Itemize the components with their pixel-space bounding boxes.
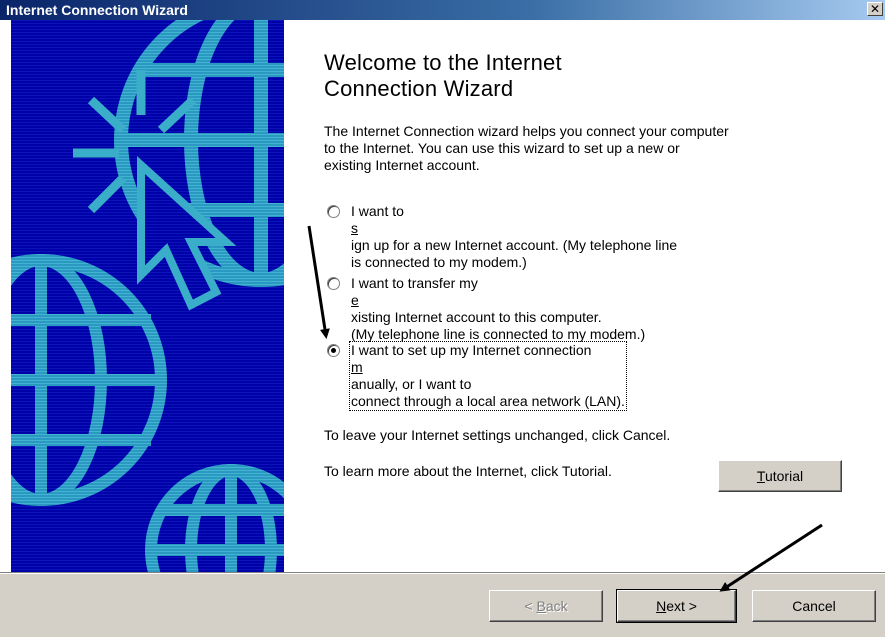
wizard-window: Internet Connection Wizard ✕ Welcome to … — [0, 0, 885, 637]
intro-text: The Internet Connection wizard helps you… — [324, 123, 844, 174]
mnemonic-letter: m — [351, 359, 363, 375]
label-text: utorial — [764, 468, 804, 484]
option-label-line-1: I want to transfer my e xisting Internet … — [351, 275, 645, 326]
option-transfer-radio[interactable]: I want to transfer my e xisting Internet … — [324, 275, 869, 342]
option-label[interactable]: I want to s ign up for a new Internet acc… — [351, 203, 677, 271]
mnemonic-letter: s — [351, 220, 358, 236]
label-text: xisting Internet account to this compute… — [351, 309, 602, 325]
option-label-line-1: I want to set up my Internet connection … — [351, 342, 625, 393]
close-icon: ✕ — [869, 2, 881, 16]
mnemonic-letter: T — [756, 468, 765, 484]
intro-line-2: to the Internet. You can use this wizard… — [324, 140, 680, 156]
label-text: ack — [545, 598, 568, 614]
cancel-hint: To leave your Internet settings unchange… — [324, 427, 671, 443]
globe-illustration — [11, 20, 284, 572]
label-text: ext > — [666, 598, 697, 614]
label-text: I want to transfer my — [351, 275, 478, 291]
label-text: ign up for a new Internet account. (My t… — [351, 237, 678, 253]
tutorial-hint: To learn more about the Internet, click … — [324, 463, 612, 479]
option-label-line-2: is connected to my modem.) — [351, 254, 527, 270]
button-separator — [0, 572, 885, 574]
option-sign-up-radio[interactable]: I want to s ign up for a new Internet acc… — [324, 203, 869, 270]
wizard-illustration — [11, 20, 284, 572]
button-label: Cancel — [792, 598, 836, 614]
button-label: Next > — [656, 591, 697, 621]
radio-button-checked[interactable] — [327, 344, 340, 357]
mnemonic-letter: N — [656, 598, 667, 614]
next-button[interactable]: Next > — [616, 589, 737, 623]
cancel-button[interactable]: Cancel — [752, 590, 876, 622]
option-label-line-2: connect through a local area network (LA… — [351, 393, 625, 409]
option-label-line-2: (My telephone line is connected to my mo… — [351, 326, 646, 342]
intro-line-1: The Internet Connection wizard helps you… — [324, 123, 729, 139]
close-button[interactable]: ✕ — [867, 2, 883, 16]
label-text: < — [524, 598, 537, 614]
back-button[interactable]: < Back — [489, 590, 603, 622]
mnemonic-letter: e — [351, 292, 359, 308]
page-title-line-1: Welcome to the Internet — [324, 50, 562, 75]
window-title: Internet Connection Wizard — [6, 2, 188, 18]
title-bar[interactable]: Internet Connection Wizard ✕ — [0, 0, 885, 20]
label-text: I want to — [351, 203, 404, 219]
radio-button[interactable] — [327, 205, 340, 218]
label-text: anually, or I want to — [351, 376, 472, 392]
page-title-line-2: Connection Wizard — [324, 76, 514, 101]
page-title: Welcome to the Internet Connection Wizar… — [324, 50, 844, 102]
option-manual-lan-radio[interactable]: I want to set up my Internet connection … — [324, 341, 869, 411]
button-label: < Back — [524, 591, 567, 621]
intro-line-3: existing Internet account. — [324, 157, 480, 173]
radio-button[interactable] — [327, 277, 340, 290]
option-label-line-1: I want to s ign up for a new Internet acc… — [351, 203, 677, 254]
label-text: I want to set up my Internet connection — [351, 342, 592, 358]
mnemonic-letter: B — [536, 598, 546, 614]
button-label: Tutorial — [757, 461, 803, 491]
option-label[interactable]: I want to transfer my e xisting Internet … — [351, 275, 645, 343]
tutorial-button[interactable]: Tutorial — [718, 460, 842, 492]
option-label[interactable]: I want to set up my Internet connection … — [349, 341, 627, 411]
